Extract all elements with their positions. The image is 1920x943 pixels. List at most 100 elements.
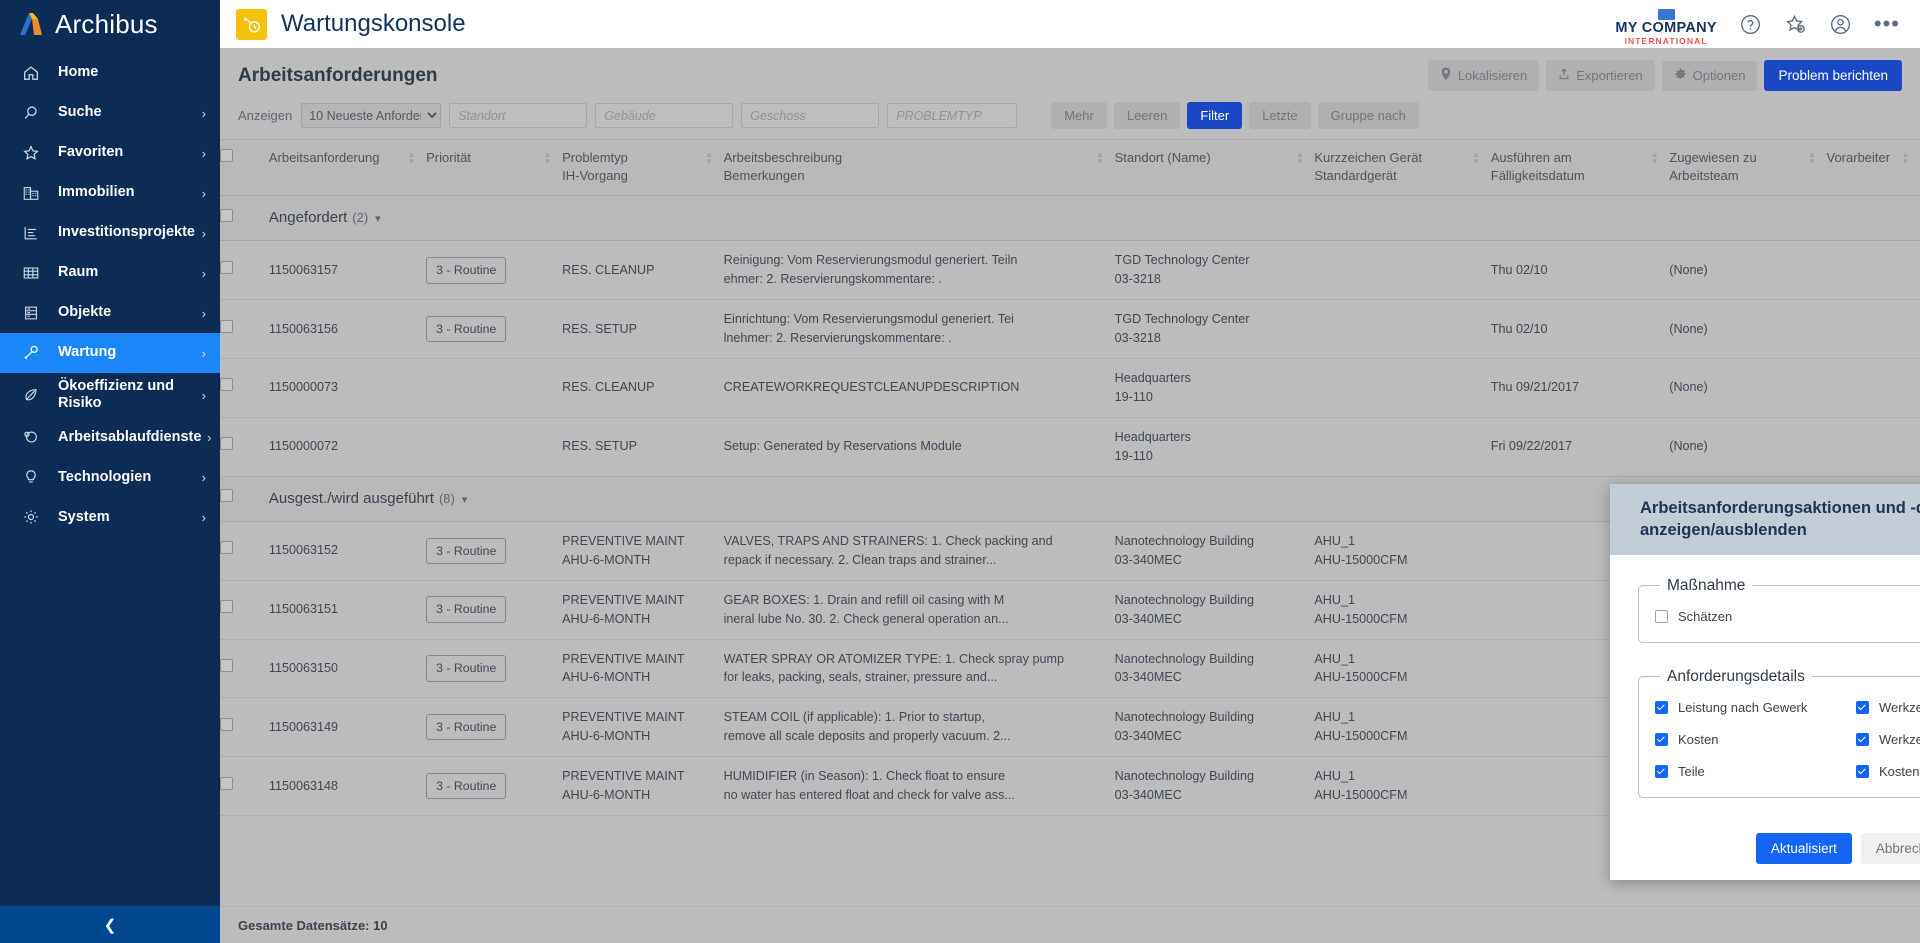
- row-select-checkbox[interactable]: [220, 776, 233, 790]
- cell-arbeitsanforderung[interactable]: 1150063152: [268, 521, 427, 581]
- report-problem-button[interactable]: Problem berichten: [1764, 60, 1902, 91]
- table-group-row[interactable]: Angefordert (2) ▾: [220, 195, 1920, 242]
- sidebar-item-investitionsprojekte[interactable]: Investitionsprojekte ›: [0, 213, 220, 253]
- checkbox-schaetzen[interactable]: Schätzen: [1655, 609, 1920, 624]
- chevron-down-icon[interactable]: ▾: [462, 494, 468, 506]
- chevron-down-icon[interactable]: ▾: [375, 213, 381, 225]
- sidebar-item-objekte[interactable]: Objekte ›: [0, 293, 220, 333]
- col-problemtyp[interactable]: Problemtyp IH-Vorgang ▲ ▼: [562, 139, 724, 196]
- checkbox-box[interactable]: [1655, 700, 1668, 714]
- options-button[interactable]: Optionen: [1661, 60, 1758, 91]
- group-by-button[interactable]: Gruppe nach: [1317, 102, 1419, 129]
- sidebar-item-immobilien[interactable]: Immobilien ›: [0, 173, 220, 213]
- col-arbeitsanforderung[interactable]: Arbeitsanforderung ▲ ▼: [268, 139, 427, 196]
- col-standort-name[interactable]: Standort (Name) ▲ ▼: [1114, 139, 1315, 196]
- col-arbeitsbeschreibung[interactable]: Arbeitsbeschreibung Bemerkungen ▲ ▼: [723, 139, 1115, 196]
- cell-problemtyp: RES. SETUP: [562, 299, 724, 359]
- sort-icon[interactable]: ▲ ▼: [1901, 149, 1910, 166]
- checkbox-box[interactable]: [1655, 732, 1668, 746]
- row-select-checkbox[interactable]: [220, 378, 233, 392]
- sidebar-item-arbeitsablaufdienste[interactable]: Arbeitsablaufdienste ›: [0, 417, 220, 457]
- sidebar-item-suche[interactable]: Suche ›: [0, 93, 220, 133]
- checkbox-box[interactable]: [1655, 764, 1668, 778]
- table-row[interactable]: 1150063157 3 - Routine RES. CLEANUP Reinigu…: [220, 240, 1920, 301]
- sidebar-item-wartung[interactable]: Wartung ›: [0, 333, 220, 373]
- col-prioritaet[interactable]: Priorität ▲ ▼: [426, 139, 563, 196]
- update-button[interactable]: Aktualisiert: [1755, 832, 1852, 864]
- checkbox-kosten[interactable]: Kosten: [1655, 732, 1856, 747]
- sort-icon[interactable]: ▲ ▼: [1295, 149, 1304, 166]
- checkbox-leistung-nach-gewerk[interactable]: Leistung nach Gewerk: [1655, 700, 1856, 715]
- table-row[interactable]: 1150000073 RES. CLEANUP CREATEWORKREQUESTC…: [220, 358, 1920, 418]
- cell-arbeitsbeschreibung: Einrichtung: Vom Reservierungsmodul gene…: [723, 299, 1115, 359]
- sidebar-collapse-button[interactable]: ❮: [0, 906, 220, 943]
- sort-icon[interactable]: ▲ ▼: [1096, 149, 1105, 166]
- cell-arbeitsanforderung[interactable]: 1150063156: [268, 299, 427, 359]
- row-select-checkbox[interactable]: [220, 260, 233, 274]
- recent-button[interactable]: Letzte: [1249, 102, 1311, 129]
- col-ausfuehren-am[interactable]: Ausführen am Fälligkeitsdatum ▲ ▼: [1490, 139, 1670, 196]
- checkbox-werkzeuge[interactable]: Werkzeuge: [1856, 700, 1920, 715]
- col-zugewiesen-zu[interactable]: Zugewiesen zu Arbeitsteam ▲ ▼: [1669, 139, 1827, 196]
- checkbox-werkzeugtypen[interactable]: Werkzeugtypen: [1856, 732, 1920, 747]
- more-filters-button[interactable]: Mehr: [1051, 102, 1107, 129]
- checkbox-box[interactable]: [1856, 764, 1869, 778]
- help-icon[interactable]: [1739, 13, 1762, 36]
- row-select-checkbox[interactable]: [220, 541, 233, 555]
- group-select-checkbox[interactable]: [220, 489, 233, 503]
- sort-icon[interactable]: ▲ ▼: [1472, 149, 1481, 166]
- sort-icon[interactable]: ▲ ▼: [1808, 149, 1817, 166]
- cell-arbeitsanforderung[interactable]: 1150063148: [268, 756, 427, 816]
- sidebar-item-oekoeffizienz-und-risiko[interactable]: Ökoeffizienz und Risiko ›: [0, 373, 220, 417]
- cancel-button[interactable]: Abbrechen: [1860, 832, 1920, 864]
- geschoss-input[interactable]: [741, 103, 880, 128]
- cell-arbeitsanforderung[interactable]: 1150063149: [268, 697, 427, 758]
- locate-button[interactable]: Lokalisieren: [1427, 60, 1540, 91]
- chevron-right-icon: ›: [201, 509, 206, 525]
- apply-filter-button[interactable]: Filter: [1187, 102, 1243, 129]
- user-account-icon[interactable]: [1829, 13, 1852, 36]
- sidebar-item-raum[interactable]: Raum ›: [0, 253, 220, 293]
- row-select-checkbox[interactable]: [220, 717, 233, 731]
- problemtyp-input[interactable]: [887, 103, 1018, 128]
- row-select-checkbox[interactable]: [220, 600, 233, 614]
- checkbox-teile[interactable]: Teile: [1655, 764, 1856, 779]
- sort-icon[interactable]: ▲ ▼: [543, 149, 552, 166]
- group-select-checkbox[interactable]: [220, 208, 233, 222]
- checkbox-box[interactable]: [1655, 609, 1668, 623]
- table-row[interactable]: 1150063156 3 - Routine RES. SETUP Einrichtu…: [220, 299, 1920, 359]
- gebaeude-input[interactable]: [595, 103, 734, 128]
- select-all-checkbox[interactable]: [220, 149, 233, 162]
- row-select-checkbox[interactable]: [220, 659, 233, 673]
- sort-icon[interactable]: ▲ ▼: [705, 149, 714, 166]
- sidebar-item-system[interactable]: System ›: [0, 497, 220, 537]
- checkbox-box[interactable]: [1856, 700, 1869, 714]
- standort-input[interactable]: [449, 103, 588, 128]
- checkbox-box[interactable]: [1856, 732, 1869, 746]
- row-select-checkbox[interactable]: [220, 437, 233, 451]
- checkbox-kostentraegerinformationen[interactable]: Kostenträgerinformationen: [1856, 764, 1920, 779]
- brand-name: Archibus: [55, 8, 158, 39]
- col-kurzzeichen-geraet[interactable]: Kurzzeichen Gerät Standardgerät ▲ ▼: [1314, 139, 1491, 196]
- clear-filters-button[interactable]: Leeren: [1113, 102, 1181, 129]
- export-button[interactable]: Exportieren: [1546, 60, 1655, 91]
- col-vorarbeiter[interactable]: Vorarbeiter ▲ ▼: [1826, 139, 1920, 196]
- cell-arbeitsanforderung[interactable]: 1150000073: [268, 358, 427, 418]
- sort-icon[interactable]: ▲ ▼: [1650, 149, 1659, 166]
- cell-arbeitsanforderung[interactable]: 1150063150: [268, 639, 427, 699]
- table-row[interactable]: 1150000072 RES. SETUP Setup: Generated by …: [220, 417, 1920, 477]
- cell-arbeitsanforderung[interactable]: 1150063157: [268, 240, 427, 301]
- sidebar-item-favoriten[interactable]: Favoriten ›: [0, 133, 220, 173]
- sidebar-item-technologien[interactable]: Technologien ›: [0, 457, 220, 497]
- cell-arbeitsanforderung[interactable]: 1150000072: [268, 417, 427, 477]
- more-options-icon[interactable]: •••: [1874, 13, 1900, 35]
- show-count-select[interactable]: 10 Neueste Anforderungen: [301, 103, 442, 128]
- home-icon: [22, 64, 46, 82]
- add-favorite-icon[interactable]: [1784, 13, 1807, 36]
- sort-icon[interactable]: ▲ ▼: [407, 149, 416, 166]
- gear-icon: [1674, 68, 1687, 84]
- row-select-checkbox[interactable]: [220, 319, 233, 333]
- brand[interactable]: Archibus: [0, 0, 220, 48]
- cell-arbeitsanforderung[interactable]: 1150063151: [268, 580, 427, 640]
- sidebar-item-home[interactable]: Home: [0, 53, 220, 93]
